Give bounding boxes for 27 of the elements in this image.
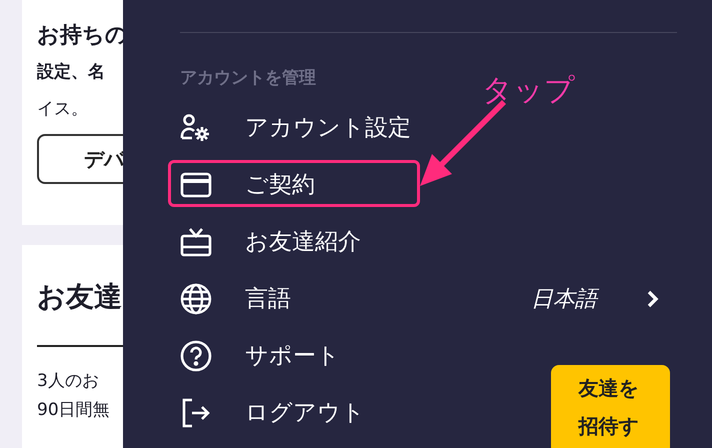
globe-icon — [180, 282, 212, 314]
menu-item[interactable]: サポート — [180, 327, 340, 384]
card-text: 3人のお — [37, 370, 99, 393]
menu-label: ご契約 — [245, 171, 315, 200]
menu-label: サポート — [245, 342, 340, 371]
menu-item[interactable]: お友達紹介 — [180, 213, 361, 270]
card-text: 設定、名 — [37, 61, 105, 84]
menu-label: お友達紹介 — [245, 228, 361, 257]
menu-label: アカウント設定 — [245, 114, 411, 143]
invite-button[interactable]: 友達を招待す — [551, 365, 670, 448]
card-title: お友達 — [37, 279, 122, 315]
section-header: アカウントを管理 — [180, 67, 316, 90]
menu-item[interactable]: 言語 日本語 — [180, 270, 677, 327]
language-value: 日本語 — [531, 284, 597, 314]
menu-item[interactable]: ご契約 — [180, 156, 315, 213]
annotation-text: タップ — [482, 72, 575, 110]
help-icon — [180, 340, 212, 372]
menu-label: ログアウト — [245, 399, 365, 428]
chevron-right-icon — [646, 288, 660, 308]
menu-item[interactable]: アカウント設定 — [180, 99, 411, 156]
user-gear-icon — [180, 114, 212, 142]
logout-icon — [180, 398, 212, 428]
menu-label: 言語 — [245, 285, 291, 314]
menu-item[interactable]: ログアウト — [180, 384, 365, 441]
card-text: イス。 — [37, 98, 88, 121]
card-text: 90日間無 — [37, 399, 110, 422]
card-icon — [180, 172, 212, 198]
